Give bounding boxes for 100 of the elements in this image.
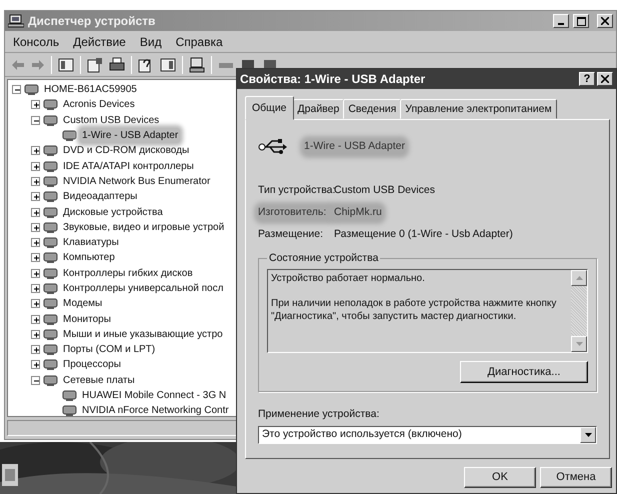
dialog-button[interactable]: Отмена <box>540 467 612 488</box>
tree-item[interactable]: Порты (COM и LPT) <box>61 342 158 358</box>
device-icon <box>43 312 58 326</box>
menu-item[interactable]: Консоль <box>13 32 60 50</box>
tree-item[interactable]: Сетевые платы <box>61 372 137 388</box>
help-button[interactable]: ? <box>579 72 595 86</box>
device-icon <box>43 343 58 356</box>
diagnostics-button[interactable]: Диагностика... <box>460 361 588 383</box>
device-name: 1-Wire - USB Adapter <box>304 140 405 154</box>
property-value: Custom USB Devices <box>334 184 435 198</box>
device-icon <box>24 83 39 96</box>
tree-item[interactable]: Клавиатуры <box>61 235 121 250</box>
tree-item[interactable]: Acronis Devices <box>61 97 137 112</box>
device-icon <box>43 358 58 372</box>
menu-item[interactable]: Вид <box>140 32 162 50</box>
scrollbar[interactable] <box>571 270 587 352</box>
device-icon <box>43 220 58 234</box>
property-value: Размещение 0 (1-Wire - Usb Adapter) <box>334 228 513 242</box>
device-icon <box>43 236 58 250</box>
tree-item[interactable]: Модемы <box>61 296 104 312</box>
tree-item[interactable]: Мыши и иные указывающие устро <box>61 326 225 342</box>
panel-icon[interactable] <box>58 58 74 72</box>
tree-item[interactable]: Компьютер <box>61 250 117 266</box>
close-icon <box>601 17 609 25</box>
device-icon <box>43 98 58 112</box>
tree-item[interactable]: NVIDIA Network Bus Enumerator <box>61 174 212 189</box>
printer-icon[interactable] <box>109 56 125 72</box>
tree-item[interactable]: HUAWEI Mobile Connect - 3G N <box>80 388 228 404</box>
dialog-button[interactable]: OK <box>464 467 536 488</box>
collapse-icon[interactable] <box>31 376 40 385</box>
computer-icon[interactable] <box>189 56 205 72</box>
device-icon <box>43 160 58 173</box>
close-button[interactable] <box>597 14 613 28</box>
tree-item[interactable]: Дисковые устройства <box>61 204 165 220</box>
expand-icon[interactable] <box>31 268 40 278</box>
device-icon <box>43 206 58 219</box>
device-icon <box>43 190 58 204</box>
computer-icon <box>8 14 24 28</box>
expand-icon[interactable] <box>31 345 40 354</box>
expand-icon[interactable] <box>31 238 40 248</box>
property-label: Размещение: <box>258 228 324 242</box>
tree-item[interactable]: Видеоадаптеры <box>61 189 140 204</box>
expand-icon[interactable] <box>31 100 40 110</box>
device-icon <box>43 251 58 264</box>
tree-item[interactable]: Звуковые, видео и игровые устрой <box>61 220 226 235</box>
expand-icon[interactable] <box>31 208 40 217</box>
expand-icon[interactable] <box>31 146 40 156</box>
menu-item[interactable]: Действие <box>73 32 126 50</box>
scroll-down-icon[interactable] <box>571 336 587 352</box>
status-text: Устройство работает нормально. При наличии неполадок в работе устройства нажмите кнопку "Диагностика", чтобы запустить мастер диагностики. <box>270 272 558 324</box>
device-icon <box>62 389 77 402</box>
minimize-button[interactable] <box>553 14 569 28</box>
usage-label: Применение устройства: <box>258 408 380 422</box>
tree-item[interactable]: Custom USB Devices <box>61 112 162 128</box>
device-icon <box>43 174 58 188</box>
tab[interactable]: Управление электропитанием <box>400 99 557 119</box>
usb-icon <box>258 138 288 156</box>
expand-icon[interactable] <box>31 330 40 339</box>
tree-item[interactable]: Контроллеры гибких дисков <box>61 266 195 281</box>
property-label: Тип устройства: <box>258 184 334 198</box>
device-icon <box>43 282 58 295</box>
expand-icon[interactable] <box>31 284 40 293</box>
device-icon <box>43 114 58 127</box>
tree-item[interactable]: 1-Wire - USB Adapter <box>80 128 180 144</box>
collapse-icon[interactable] <box>12 85 21 94</box>
close-button[interactable] <box>597 72 613 86</box>
device-icon <box>62 404 77 416</box>
close-icon <box>601 75 609 83</box>
device-icon <box>43 328 58 341</box>
expand-icon[interactable] <box>31 314 40 324</box>
device-icon <box>43 374 58 387</box>
tree-item[interactable]: IDE ATA/ATAPI контроллеры <box>61 158 196 174</box>
tree-item[interactable]: DVD и CD-ROM дисководы <box>61 143 192 158</box>
tab[interactable]: Общие <box>245 96 294 120</box>
device-icon <box>43 144 58 158</box>
dialog-title: Свойства: 1-Wire - USB Adapter <box>240 71 426 88</box>
expand-icon[interactable] <box>31 222 40 232</box>
expand-icon[interactable] <box>31 253 40 262</box>
panel-icon[interactable] <box>160 58 176 72</box>
properties-icon[interactable] <box>87 56 103 72</box>
expand-icon[interactable] <box>31 176 40 186</box>
expand-icon[interactable] <box>31 192 40 202</box>
tree-item[interactable]: Процессоры <box>61 357 123 372</box>
tree-item[interactable]: HOME-B61AC59905 <box>42 82 139 98</box>
tree-item[interactable]: NVIDIA nForce Networking Contr <box>80 403 231 416</box>
tree-item[interactable]: Мониторы <box>61 312 113 327</box>
expand-icon[interactable] <box>31 299 40 308</box>
device-icon <box>43 266 58 280</box>
menu-item[interactable]: Справка <box>176 32 223 50</box>
collapse-icon[interactable] <box>31 116 40 125</box>
maximize-icon <box>576 16 586 26</box>
scroll-up-icon[interactable] <box>571 270 587 286</box>
tab[interactable]: Сведения <box>343 99 402 119</box>
tree-item[interactable]: Контроллеры универсальной посл <box>61 281 226 296</box>
window-title: Диспетчер устройств <box>28 13 156 30</box>
device-icon <box>43 297 58 310</box>
usage-dropdown[interactable]: Это устройство используется (включено) <box>258 426 597 444</box>
expand-icon[interactable] <box>31 360 40 370</box>
maximize-button[interactable] <box>573 14 589 28</box>
expand-icon[interactable] <box>31 162 40 171</box>
